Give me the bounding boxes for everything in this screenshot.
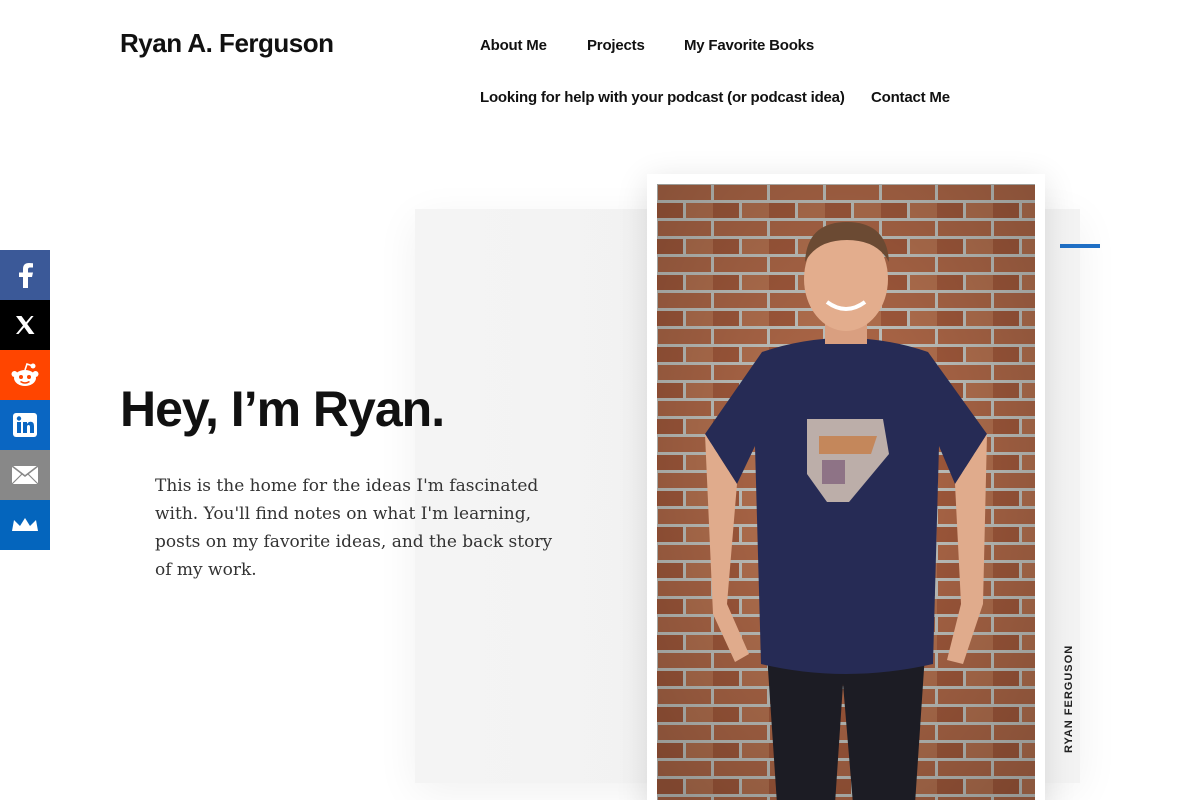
share-email-button[interactable] xyxy=(0,450,50,500)
reddit-icon xyxy=(11,362,39,388)
facebook-icon xyxy=(14,262,36,288)
page: Ryan A. Ferguson About Me Projects My Fa… xyxy=(0,0,1200,800)
portrait-illustration xyxy=(657,184,1035,800)
linkedin-icon xyxy=(12,412,38,438)
email-icon xyxy=(11,465,39,485)
hero-heading: Hey, I’m Ryan. xyxy=(120,381,445,437)
hero-intro-text: This is the home for the ideas I'm fasci… xyxy=(155,476,553,580)
share-linkedin-button[interactable] xyxy=(0,400,50,450)
vertical-name-label: RYAN FERGUSON xyxy=(1063,644,1075,753)
share-reddit-button[interactable] xyxy=(0,350,50,400)
nav-projects[interactable]: Projects xyxy=(587,37,645,54)
social-share-bar xyxy=(0,250,50,550)
sumo-icon xyxy=(11,517,39,533)
nav-podcast-help[interactable]: Looking for help with your podcast (or p… xyxy=(480,89,845,106)
portrait-photo xyxy=(657,184,1035,800)
nav-contact-me[interactable]: Contact Me xyxy=(871,89,950,106)
accent-bar xyxy=(1060,244,1100,248)
share-x-button[interactable] xyxy=(0,300,50,350)
share-sumo-button[interactable] xyxy=(0,500,50,550)
x-icon xyxy=(14,314,36,336)
share-facebook-button[interactable] xyxy=(0,250,50,300)
site-title[interactable]: Ryan A. Ferguson xyxy=(120,28,334,59)
nav-favorite-books[interactable]: My Favorite Books xyxy=(684,37,814,54)
nav-about-me[interactable]: About Me xyxy=(480,37,547,54)
photo-frame xyxy=(647,174,1045,800)
